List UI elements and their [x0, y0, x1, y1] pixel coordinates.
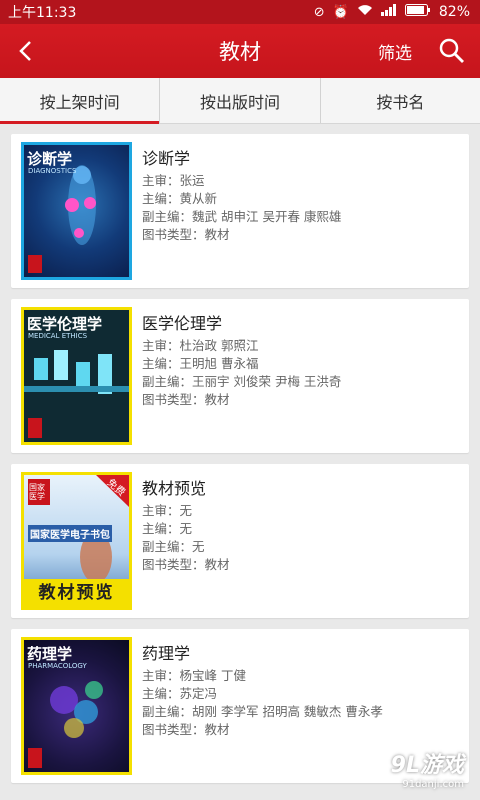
book-reviewer: 主审：张运 [142, 173, 205, 188]
book-associate-editors: 副主编：胡刚 李学军 招明高 魏敏杰 曹永孝 [142, 704, 383, 719]
cover-title: 诊断学 [27, 150, 73, 168]
book-type: 图书类型：教材 [142, 722, 230, 737]
book-type: 图书类型：教材 [142, 557, 230, 572]
signal-icon [380, 4, 397, 20]
book-reviewer: 主审：杜治政 郭照江 [142, 338, 259, 353]
battery-percent: 82% [438, 4, 470, 20]
book-editor: 主编：无 [142, 521, 193, 536]
book-title: 诊断学 [142, 149, 191, 168]
book-associate-editors: 副主编：王丽宇 刘俊荣 尹梅 王洪奇 [142, 374, 342, 389]
book-card[interactable]: 诊断学 DIAGNOSTICS 诊断学 主审：张运 主编：黄从新 副主编：魏武 … [11, 134, 469, 288]
status-bar: 上午11:33 ⊘ ⏰ 82% [0, 0, 480, 24]
status-icons: ⊘ ⏰ 82% [314, 4, 470, 20]
mute-icon: ⊘ [313, 4, 325, 20]
book-reviewer: 主审：无 [142, 503, 193, 518]
battery-icon [404, 4, 431, 20]
book-type: 图书类型：教材 [142, 227, 230, 242]
cover-publisher: 国家医学 [29, 483, 45, 501]
search-icon [439, 38, 464, 63]
book-info: 医学伦理学 主审：杜治政 郭照江 主编：王明旭 曹永福 副主编：王丽宇 刘俊荣 … [142, 307, 459, 445]
book-cover: 医学伦理学 MEDICAL ETHICS [21, 307, 132, 445]
book-cover: 药理学 PHARMACOLOGY [21, 637, 132, 775]
book-editor: 主编：苏定冯 [142, 686, 218, 701]
book-editor: 主编：黄从新 [142, 191, 218, 206]
book-editor: 主编：王明旭 曹永福 [142, 356, 259, 371]
watermark-logo: 9L游戏 [390, 753, 464, 778]
book-reviewer: 主审：杨宝峰 丁健 [142, 668, 246, 683]
book-associate-editors: 副主编：无 [142, 539, 205, 554]
cover-title: 医学伦理学 [27, 315, 103, 333]
book-cover: 免费 国家医学 国家医学电子书包 教材预览 [21, 472, 132, 610]
app-bar: 教材 筛选 [0, 24, 480, 78]
sort-tabs: 按上架时间 按出版时间 按书名 [0, 78, 480, 124]
back-arrow-icon [19, 41, 31, 61]
tab-by-shelf-time[interactable]: 按上架时间 [0, 78, 161, 124]
watermark-url: 91danji.com [402, 779, 464, 790]
book-list: 诊断学 DIAGNOSTICS 诊断学 主审：张运 主编：黄从新 副主编：魏武 … [0, 124, 480, 799]
cover-subtitle: DIAGNOSTICS [28, 167, 77, 175]
status-time: 上午11:33 [8, 5, 77, 21]
book-type: 图书类型：教材 [142, 392, 230, 407]
cover-subtitle: MEDICAL ETHICS [28, 332, 88, 340]
book-title: 医学伦理学 [142, 314, 223, 333]
book-title: 药理学 [142, 644, 191, 663]
book-card[interactable]: 医学伦理学 MEDICAL ETHICS 医学伦理学 主审：杜治政 郭照江 主编… [11, 299, 469, 453]
site-watermark: 9L游戏 91danji.com [391, 747, 464, 790]
book-title: 教材预览 [142, 479, 207, 498]
book-card[interactable]: 免费 国家医学 国家医学电子书包 教材预览 教材预览 主审：无 主编：无 副主编… [11, 464, 469, 618]
search-button[interactable] [438, 37, 466, 65]
book-info: 诊断学 主审：张运 主编：黄从新 副主编：魏武 胡申江 吴开春 康熙雄 图书类型… [142, 142, 459, 280]
cover-subtitle: PHARMACOLOGY [28, 662, 87, 670]
wifi-icon [357, 4, 373, 20]
cover-title: 药理学 [27, 645, 73, 663]
book-cover: 诊断学 DIAGNOSTICS [21, 142, 132, 280]
back-button[interactable] [10, 36, 40, 66]
cover-bottom-text: 教材预览 [38, 583, 115, 603]
tab-by-title[interactable]: 按书名 [321, 78, 480, 123]
cover-headline: 国家医学电子书包 [28, 525, 112, 542]
filter-button[interactable]: 筛选 [378, 39, 412, 64]
book-info: 教材预览 主审：无 主编：无 副主编：无 图书类型：教材 [142, 472, 459, 610]
book-associate-editors: 副主编：魏武 胡申江 吴开春 康熙雄 [142, 209, 342, 224]
alarm-icon: ⏰ [332, 4, 349, 20]
tab-by-publish-time[interactable]: 按出版时间 [160, 78, 321, 123]
